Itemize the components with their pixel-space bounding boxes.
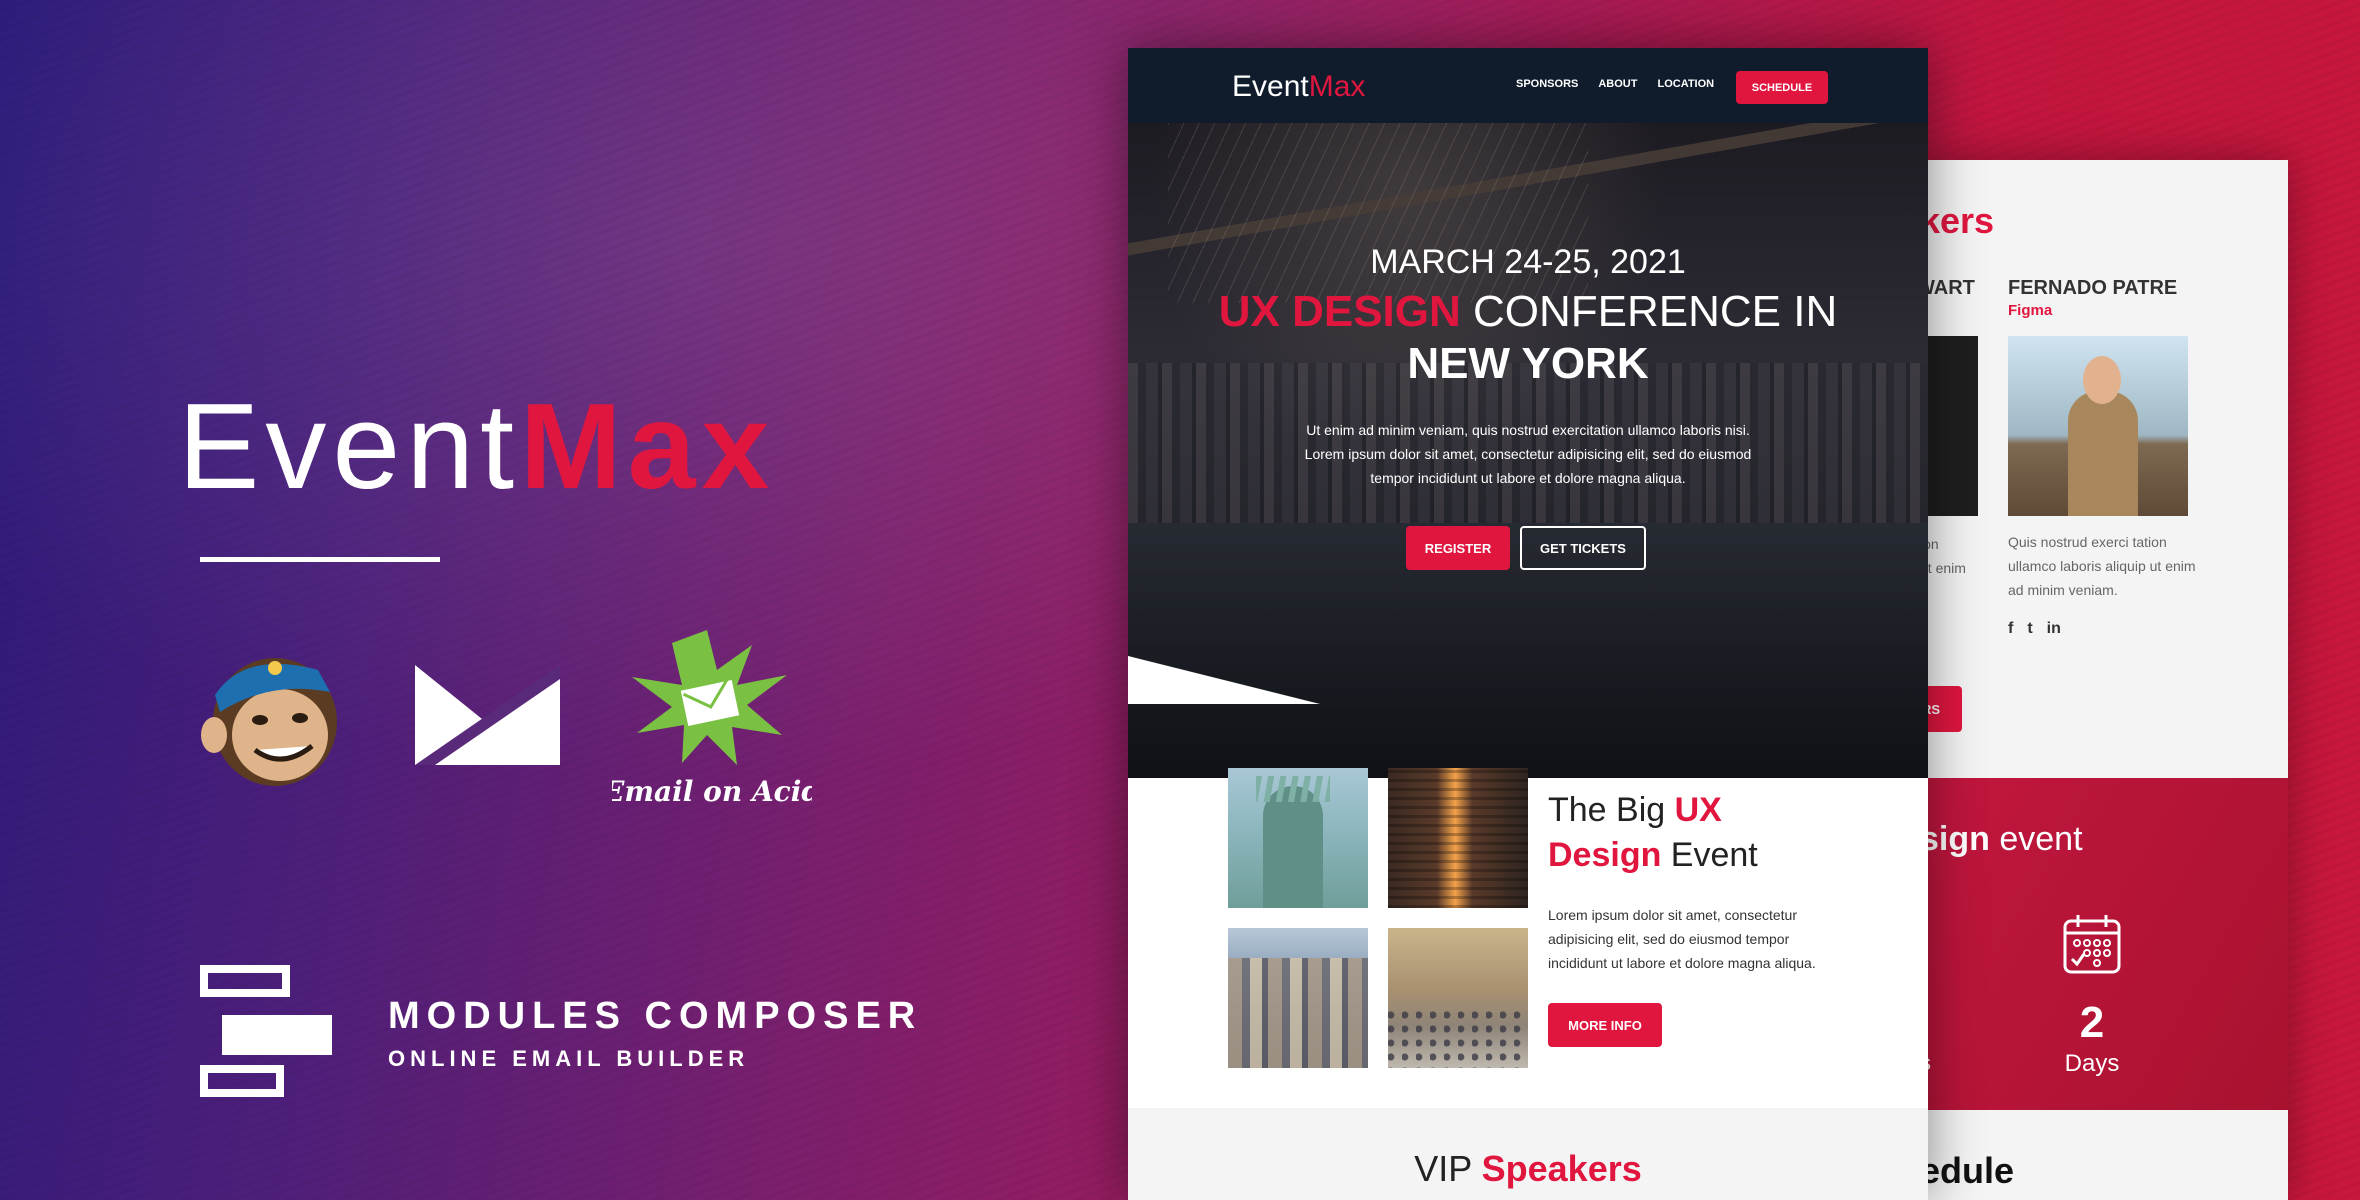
- event-stats-band: sign event 2 Days s: [1920, 778, 2288, 1110]
- mailchimp-logo: [201, 658, 337, 786]
- linkedin-icon[interactable]: in: [2047, 620, 2061, 638]
- speaker-name: FERNADO PATRE: [2008, 277, 2178, 299]
- hero-text: Ut enim ad minim veniam, quis nostrud ex…: [1304, 422, 1752, 486]
- composer-title: MODULES COMPOSER: [388, 995, 923, 1037]
- twitter-icon[interactable]: t: [2027, 620, 2032, 638]
- days-count: 2: [2079, 998, 2105, 1047]
- speaker-photo-partial: [1920, 336, 1978, 516]
- hero-divider: [1128, 656, 1928, 704]
- brand-logo: EventMax: [178, 378, 776, 514]
- get-tickets-button[interactable]: GET TICKETS: [1520, 526, 1646, 570]
- event-text: Lorem ipsum dolor sit amet, consectetur …: [1548, 907, 1816, 971]
- schedule-button[interactable]: SCHEDULE: [1736, 71, 1828, 104]
- nav-logo[interactable]: EventMax: [1232, 70, 1365, 104]
- speaker-socials: f t in: [2008, 620, 2061, 638]
- email-on-acid-logo: Email on Acid: [612, 630, 812, 808]
- band-title-fragment: sign event: [1920, 820, 2083, 858]
- calendar-icon: [2063, 915, 2121, 974]
- composer-subtitle: ONLINE EMAIL BUILDER: [388, 1046, 750, 1071]
- skyline-image: [1228, 928, 1368, 1068]
- nav-link-about[interactable]: ABOUT: [1598, 78, 1637, 90]
- more-info-button[interactable]: MORE INFO: [1548, 1003, 1662, 1047]
- speakers-title-fragment: kers: [1920, 200, 1995, 241]
- brand-divider: [200, 557, 440, 562]
- speaker-bio: Quis nostrud exerci tation ullamco labor…: [2008, 534, 2196, 598]
- schedule-title-fragment: edule: [1920, 1150, 2015, 1191]
- facebook-icon[interactable]: f: [2008, 620, 2013, 638]
- svg-text:Email on Acid: Email on Acid: [612, 775, 812, 808]
- nav-link-location[interactable]: LOCATION: [1657, 78, 1714, 90]
- speaker-company: Figma: [2008, 302, 2053, 319]
- hero-date: MARCH 24-25, 2021: [1370, 243, 1686, 281]
- campaign-monitor-logo: [415, 665, 560, 765]
- vip-speakers-title: VIP Speakers: [1414, 1148, 1642, 1189]
- register-button[interactable]: REGISTER: [1406, 526, 1510, 570]
- grand-central-image: [1388, 928, 1528, 1068]
- email-preview: EventMax SPONSORS ABOUT LOCATION SCHEDUL…: [1128, 48, 1928, 1200]
- email-nav: EventMax SPONSORS ABOUT LOCATION SCHEDUL…: [1128, 48, 1928, 123]
- modules-composer-icon: [200, 965, 332, 1097]
- days-label: Days: [2064, 1050, 2120, 1077]
- hero-title: UX DESIGN CONFERENCE IN NEW YORK: [1218, 287, 1838, 388]
- nav-link-sponsors[interactable]: SPONSORS: [1516, 78, 1578, 90]
- event-title: The Big UX Design Event: [1548, 791, 1758, 874]
- back-email-preview: kers WART ion ut enim FERNADO PATRE Figma…: [1920, 160, 2288, 1200]
- speaker-photo: [2008, 336, 2188, 516]
- nav-links: SPONSORS ABOUT LOCATION: [1516, 78, 1714, 90]
- speaker-name-fragment: WART: [1920, 277, 1975, 299]
- statue-of-liberty-image: [1228, 768, 1368, 908]
- city-street-image: [1388, 768, 1528, 908]
